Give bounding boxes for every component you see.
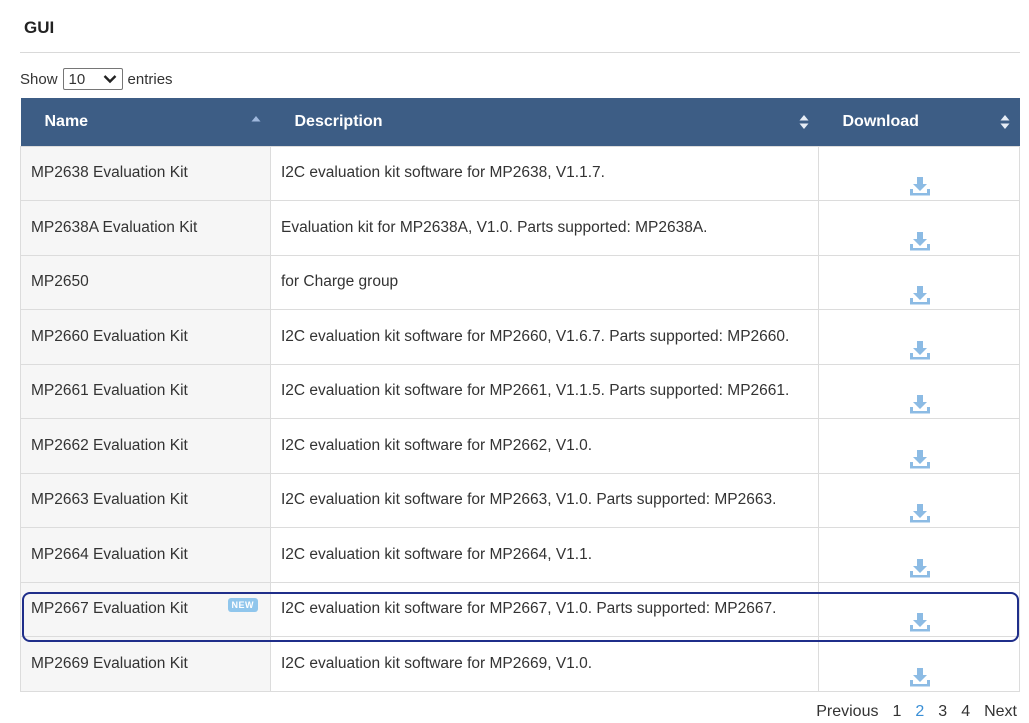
cell-description: I2C evaluation kit software for MP2663, …: [270, 472, 819, 528]
cell-name: MP2667 Evaluation Kit NEW: [20, 581, 271, 637]
cell-name: MP2650: [20, 254, 271, 310]
cell-name: MP2662 Evaluation Kit: [20, 418, 271, 474]
download-icon[interactable]: [909, 340, 931, 360]
cell-description: for Charge group: [270, 254, 819, 310]
sort-icon: [1000, 114, 1009, 129]
cell-description: I2C evaluation kit software for MP2662, …: [270, 418, 819, 474]
pagination-page-2[interactable]: 2: [915, 703, 924, 721]
table-row: MP2664 Evaluation Kit I2C evaluation kit …: [20, 527, 1020, 583]
entries-length-control: Show 10 entries: [20, 67, 173, 91]
cell-download: [818, 309, 1020, 365]
table-header-row: Name Description Download: [20, 98, 1020, 146]
column-header-description-label: Description: [294, 112, 383, 130]
pagination: Previous 1234 Next: [816, 703, 1017, 721]
product-name: MP2660 Evaluation Kit: [31, 327, 188, 345]
cell-name: MP2664 Evaluation Kit: [20, 527, 271, 583]
download-icon[interactable]: [909, 394, 931, 414]
pagination-pages: 1234: [892, 703, 970, 721]
table-row: MP2662 Evaluation Kit I2C evaluation kit …: [20, 418, 1020, 474]
pagination-page-3[interactable]: 3: [938, 703, 947, 721]
gui-table: Name Description Download MP2638 Evaluat…: [20, 98, 1020, 692]
cell-description: I2C evaluation kit software for MP2638, …: [270, 145, 819, 201]
table-row: MP2650 for Charge group: [20, 254, 1020, 310]
title-divider: [20, 52, 1020, 53]
download-icon[interactable]: [909, 285, 931, 305]
cell-download: [818, 200, 1020, 256]
section-title: GUI: [24, 18, 55, 37]
download-icon[interactable]: [909, 231, 931, 251]
table-row: MP2661 Evaluation Kit I2C evaluation kit …: [20, 363, 1020, 419]
cell-name: MP2638A Evaluation Kit: [20, 200, 271, 256]
product-name: MP2669 Evaluation Kit: [31, 654, 188, 672]
table-row: MP2638 Evaluation Kit I2C evaluation kit …: [20, 145, 1020, 201]
pagination-previous[interactable]: Previous: [816, 703, 878, 721]
cell-download: [818, 472, 1020, 528]
pagination-page-4[interactable]: 4: [961, 703, 970, 721]
table-row: MP2667 Evaluation Kit NEW I2C evaluation k…: [20, 581, 1020, 637]
product-name: MP2638 Evaluation Kit: [31, 164, 188, 182]
column-header-download[interactable]: Download: [818, 98, 1020, 146]
download-icon[interactable]: [909, 503, 931, 523]
entries-label: entries: [127, 70, 173, 88]
entries-per-page-value: 10: [68, 70, 86, 88]
cell-download: [818, 418, 1020, 474]
product-name: MP2638A Evaluation Kit: [31, 218, 198, 236]
product-name: MP2650: [31, 273, 89, 291]
column-header-download-label: Download: [842, 112, 919, 130]
product-name: MP2661 Evaluation Kit: [31, 382, 188, 400]
sort-icon: [799, 114, 808, 129]
cell-name: MP2638 Evaluation Kit: [20, 145, 271, 201]
column-header-name[interactable]: Name: [20, 98, 271, 146]
column-header-description[interactable]: Description: [270, 98, 819, 146]
cell-download: [818, 581, 1020, 637]
table-row: MP2663 Evaluation Kit I2C evaluation kit …: [20, 472, 1020, 528]
product-name: MP2663 Evaluation Kit: [31, 491, 188, 509]
cell-download: [818, 636, 1020, 692]
cell-description: I2C evaluation kit software for MP2667, …: [270, 581, 819, 637]
table-body: MP2638 Evaluation Kit I2C evaluation kit …: [20, 145, 1020, 692]
cell-description: I2C evaluation kit software for MP2660, …: [270, 309, 819, 365]
cell-name: MP2663 Evaluation Kit: [20, 472, 271, 528]
show-label: Show: [20, 70, 58, 88]
download-icon[interactable]: [909, 449, 931, 469]
cell-download: [818, 527, 1020, 583]
cell-description: I2C evaluation kit software for MP2664, …: [270, 527, 819, 583]
column-header-name-label: Name: [44, 112, 89, 130]
gui-downloads-page: GUI Show 10 entries Name Description Dow…: [0, 0, 1029, 723]
sort-ascending-icon: [251, 115, 260, 122]
entries-per-page-select[interactable]: 10: [62, 68, 123, 90]
table-row: MP2669 Evaluation Kit I2C evaluation kit …: [20, 636, 1020, 692]
cell-name: MP2660 Evaluation Kit: [20, 309, 271, 365]
cell-description: I2C evaluation kit software for MP2669, …: [270, 636, 819, 692]
cell-download: [818, 254, 1020, 310]
table-row: MP2638A Evaluation Kit Evaluation kit for…: [20, 200, 1020, 256]
chevron-down-icon: [103, 75, 116, 84]
product-name: MP2664 Evaluation Kit: [31, 545, 188, 563]
cell-description: Evaluation kit for MP2638A, V1.0. Parts …: [270, 200, 819, 256]
product-name: MP2667 Evaluation Kit: [31, 600, 188, 618]
download-icon[interactable]: [909, 667, 931, 687]
table-row: MP2660 Evaluation Kit I2C evaluation kit …: [20, 309, 1020, 365]
download-icon[interactable]: [909, 176, 931, 196]
pagination-page-1[interactable]: 1: [892, 703, 901, 721]
cell-name: MP2669 Evaluation Kit: [20, 636, 271, 692]
download-icon[interactable]: [909, 612, 931, 632]
download-icon[interactable]: [909, 558, 931, 578]
cell-name: MP2661 Evaluation Kit: [20, 363, 271, 419]
pagination-next[interactable]: Next: [984, 703, 1017, 721]
cell-download: [818, 363, 1020, 419]
new-badge: NEW: [227, 597, 258, 612]
product-name: MP2662 Evaluation Kit: [31, 436, 188, 454]
cell-download: [818, 145, 1020, 201]
cell-description: I2C evaluation kit software for MP2661, …: [270, 363, 819, 419]
